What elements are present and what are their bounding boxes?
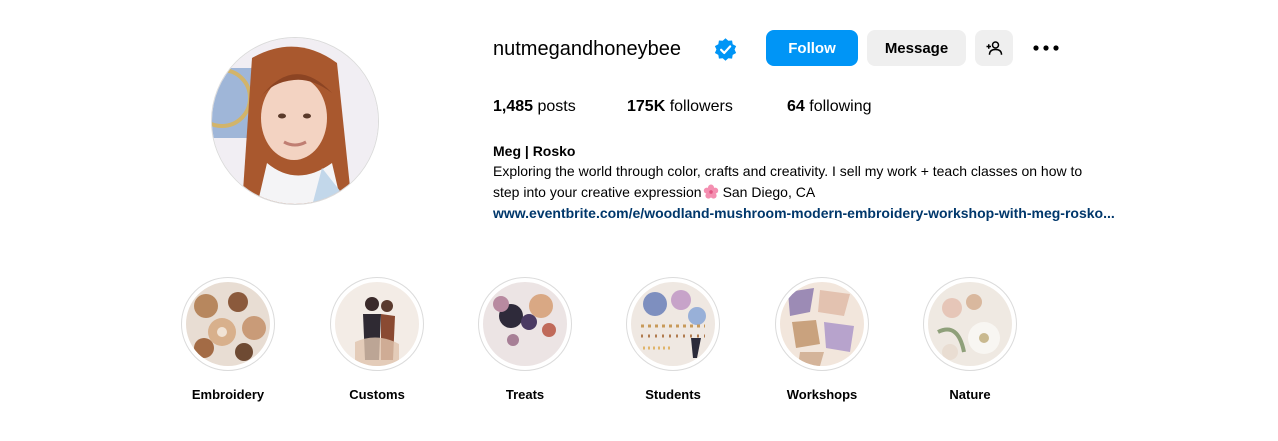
highlight-treats[interactable]: Treats [477, 277, 573, 403]
highlight-cover-image [928, 282, 1012, 366]
message-button[interactable]: Message [867, 30, 966, 66]
bio-location: San Diego, CA [722, 184, 816, 200]
highlight-cover-image [780, 282, 864, 366]
cherry-blossom-icon [703, 184, 718, 199]
suggested-accounts-button[interactable] [975, 30, 1013, 66]
posts-label: posts [537, 98, 576, 115]
highlight-ring [626, 277, 720, 371]
followers-label: followers [669, 98, 733, 115]
person-plus-icon [986, 41, 1003, 55]
highlight-students[interactable]: Students [625, 277, 721, 403]
highlight-ring [775, 277, 869, 371]
profile-link[interactable]: www.eventbrite.com/e/woodland-mushroom-m… [493, 203, 1115, 223]
posts-count: 1,485 posts [493, 96, 576, 118]
highlight-label: Embroidery [191, 387, 265, 402]
highlight-customs[interactable]: Customs [329, 277, 425, 403]
highlight-ring [181, 277, 275, 371]
profile-username: nutmegandhoneybee [493, 38, 681, 60]
highlight-cover-image [335, 282, 419, 366]
avatar-photo [212, 38, 378, 204]
highlight-cover-image [186, 282, 270, 366]
profile-avatar[interactable] [211, 37, 379, 205]
highlight-label: Customs [349, 387, 405, 402]
bio-line-2: step into your creative expression [493, 184, 702, 200]
highlight-label: Workshops [786, 387, 858, 402]
profile-bio: Exploring the world through color, craft… [493, 161, 1193, 203]
highlight-workshops[interactable]: Workshops [774, 277, 870, 403]
highlight-ring [478, 277, 572, 371]
following-link[interactable]: 64 following [787, 96, 872, 118]
highlight-ring [330, 277, 424, 371]
verified-badge-icon [714, 38, 737, 61]
highlight-label: Nature [949, 387, 991, 402]
highlight-label: Students [645, 387, 701, 402]
highlight-embroidery[interactable]: Embroidery [180, 277, 276, 403]
ellipsis-icon [1033, 45, 1059, 51]
posts-number: 1,485 [493, 98, 534, 115]
highlight-nature[interactable]: Nature [922, 277, 1018, 403]
highlight-ring [923, 277, 1017, 371]
followers-number: 175K [627, 98, 666, 115]
profile-full-name: Meg | Rosko [493, 143, 576, 159]
following-number: 64 [787, 98, 805, 115]
more-options-button[interactable] [1030, 36, 1062, 60]
highlight-label: Treats [505, 387, 545, 402]
followers-link[interactable]: 175K followers [627, 96, 733, 118]
highlight-cover-image [483, 282, 567, 366]
follow-button[interactable]: Follow [766, 30, 858, 66]
highlight-cover-image [631, 282, 715, 366]
following-label: following [809, 98, 872, 115]
bio-line-1: Exploring the world through color, craft… [493, 163, 1083, 179]
